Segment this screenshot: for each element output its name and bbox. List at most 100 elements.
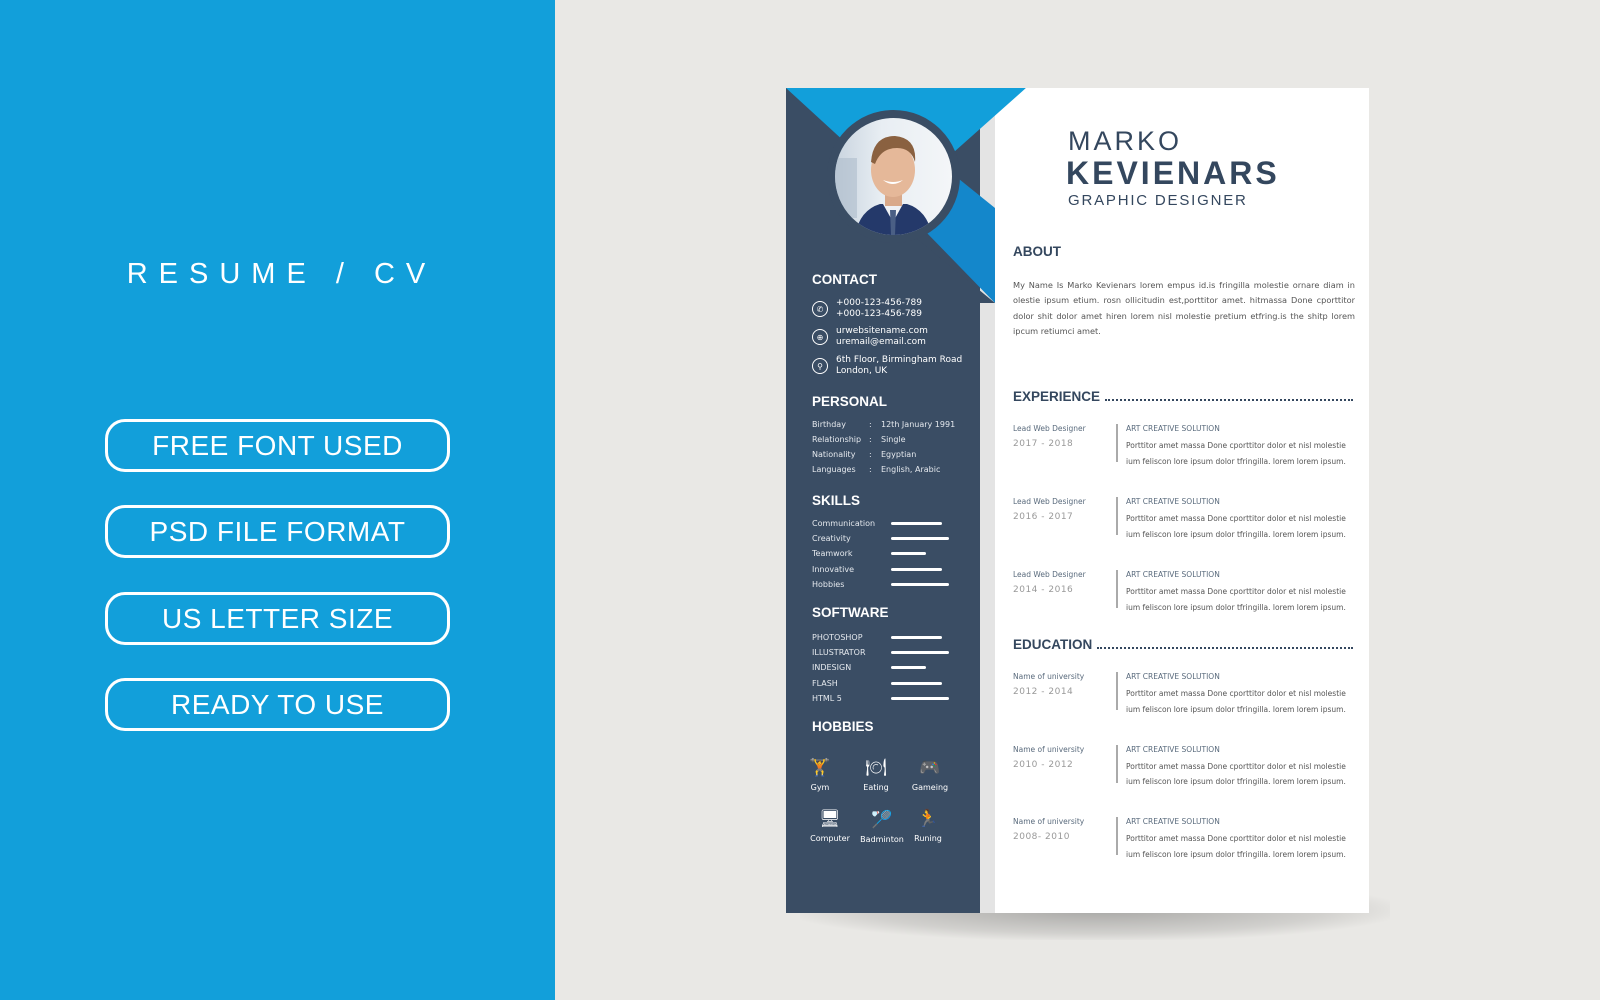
hobby-computer: 🖥 Computer xyxy=(802,808,858,843)
skill-bar-fill xyxy=(891,666,926,670)
skills-heading: SKILLS xyxy=(812,493,861,508)
entry-company: ART CREATIVE SOLUTION xyxy=(1126,570,1220,579)
skill-bar xyxy=(891,651,949,655)
skill-row: PHOTOSHOP xyxy=(812,633,952,642)
about-heading: ABOUT xyxy=(1013,244,1353,259)
personal-row: Nationality: Egyptian xyxy=(812,450,916,459)
personal-value: Single xyxy=(881,435,906,444)
skill-bar-fill xyxy=(891,522,943,525)
entry-company: ART CREATIVE SOLUTION xyxy=(1126,424,1220,433)
dumbbell-icon: 🏋 xyxy=(809,758,831,778)
entry-description: Porttitor amet massa Done cporttitor dol… xyxy=(1126,587,1346,612)
colon: : xyxy=(869,450,872,459)
entry-description: Porttitor amet massa Done cporttitor dol… xyxy=(1126,514,1346,539)
timeline-entry: Name of university 2010 - 2012 ART CREATIV… xyxy=(1013,744,1355,795)
skill-row: ILLUSTRATOR xyxy=(812,648,952,657)
entry-company: ART CREATIVE SOLUTION xyxy=(1126,497,1220,506)
entry-years: 2014 - 2016 xyxy=(1013,585,1074,595)
skill-bar-fill xyxy=(891,537,949,541)
skill-row: FLASH xyxy=(812,679,952,688)
entry-company: ART CREATIVE SOLUTION xyxy=(1126,672,1220,681)
phone-secondary: +000-123-456-789 xyxy=(836,309,922,319)
email: uremail@email.com xyxy=(836,337,926,347)
dotted-rule xyxy=(1105,399,1353,401)
address-line1: 6th Floor, Birmingham Road xyxy=(836,355,963,365)
entry-years: 2017 - 2018 xyxy=(1013,439,1074,449)
feature-badge-ready: READY TO USE xyxy=(105,678,450,731)
feature-badge-psd-format: PSD FILE FORMAT xyxy=(105,505,450,558)
skill-bar xyxy=(891,582,949,586)
personal-value: 12th January 1991 xyxy=(881,420,956,429)
skill-bar xyxy=(891,522,949,525)
entry-role: Name of university xyxy=(1013,817,1085,826)
gamepad-icon: 🎮 xyxy=(919,758,941,778)
entry-divider xyxy=(1116,817,1118,855)
feature-badge-letter-size: US LETTER SIZE xyxy=(105,592,450,645)
personal-label: Relationship xyxy=(812,435,862,444)
skill-row: Communication xyxy=(812,519,952,528)
hobby-label: Gameing xyxy=(911,783,949,792)
skill-label: PHOTOSHOP xyxy=(812,633,863,642)
contact-web: ⊕ urwebsitename.com uremail@email.com xyxy=(812,326,928,348)
entry-role: Lead Web Designer xyxy=(1013,570,1086,579)
skill-bar-fill xyxy=(891,567,943,571)
job-title: GRAPHIC DESIGNER xyxy=(1068,192,1248,209)
entry-years: 2008- 2010 xyxy=(1013,832,1070,842)
personal-label: Birthday xyxy=(812,420,846,429)
timeline-entry: Lead Web Designer 2014 - 2016 ART CREATIVE… xyxy=(1013,570,1355,620)
promo-panel: RESUME / CV FREE FONT USED PSD FILE FORM… xyxy=(0,0,555,1000)
resume-page: CONTACT ✆ +000-123-456-789 +000-123-456-7… xyxy=(786,88,1369,913)
skill-bar-fill xyxy=(891,552,926,556)
personal-value: Egyptian xyxy=(881,450,917,459)
feature-badge-free-font: FREE FONT USED xyxy=(105,419,450,472)
last-name: KEVIENARS xyxy=(1066,155,1280,191)
personal-label: Languages xyxy=(812,465,856,474)
profile-photo xyxy=(835,118,952,235)
entry-description: Porttitor amet massa Done cporttitor dol… xyxy=(1126,761,1346,787)
entry-role: Lead Web Designer xyxy=(1013,497,1086,506)
personal-row: Languages: English, Arabic xyxy=(812,465,940,474)
experience-heading: EXPERIENCE xyxy=(1013,389,1353,404)
software-heading: SOFTWARE xyxy=(812,605,889,620)
entry-divider xyxy=(1116,424,1118,462)
education-heading: EDUCATION xyxy=(1013,637,1353,652)
skill-label: HTML 5 xyxy=(812,693,842,703)
personal-value: English, Arabic xyxy=(881,465,941,474)
skill-row: Creativity xyxy=(812,534,952,543)
skill-label: ILLUSTRATOR xyxy=(812,648,866,658)
hobby-label: Gym xyxy=(810,783,830,792)
address-line2: London, UK xyxy=(836,366,888,376)
entry-divider xyxy=(1116,570,1118,608)
hobby-label: Runing xyxy=(914,834,942,843)
colon: : xyxy=(869,435,872,444)
personal-label: Nationality xyxy=(812,450,856,459)
personal-row: Relationship: Single xyxy=(812,435,906,444)
hobby-running: 🏃 Runing xyxy=(900,808,956,843)
first-name: MARKO xyxy=(1068,126,1183,156)
entry-divider xyxy=(1116,497,1118,535)
timeline-entry: Lead Web Designer 2016 - 2017 ART CREATIVE… xyxy=(1013,497,1355,547)
colon: : xyxy=(869,465,872,474)
personal-row: Birthday:12th January 1991 xyxy=(812,420,955,429)
hobby-label: Eating xyxy=(863,783,889,792)
running-icon: 🏃 xyxy=(917,809,939,829)
contact-phone: ✆ +000-123-456-789 +000-123-456-789 xyxy=(812,298,922,320)
skill-bar-fill xyxy=(891,696,949,700)
entry-divider xyxy=(1116,672,1118,710)
hobby-eating: 🍽 Eating xyxy=(848,757,904,792)
entry-role: Name of university xyxy=(1013,672,1085,681)
entry-years: 2016 - 2017 xyxy=(1013,512,1074,522)
computer-icon: 🖥 xyxy=(819,809,841,829)
hobbies-heading: HOBBIES xyxy=(812,719,874,734)
skill-row: Teamwork xyxy=(812,549,952,558)
entry-description: Porttitor amet massa Done cporttitor dol… xyxy=(1126,834,1346,859)
entry-description: Porttitor amet massa Done cporttitor dol… xyxy=(1126,441,1346,466)
colon: : xyxy=(869,420,872,429)
skill-row: Innovative xyxy=(812,565,952,574)
contact-address: ⚲ 6th Floor, Birmingham Road London, UK xyxy=(812,355,962,377)
entry-role: Name of university xyxy=(1013,744,1085,754)
entry-role: Lead Web Designer xyxy=(1013,424,1086,433)
skill-row: HTML 5 xyxy=(812,694,952,703)
skill-label: Creativity xyxy=(812,534,851,544)
contact-heading: CONTACT xyxy=(812,272,877,287)
